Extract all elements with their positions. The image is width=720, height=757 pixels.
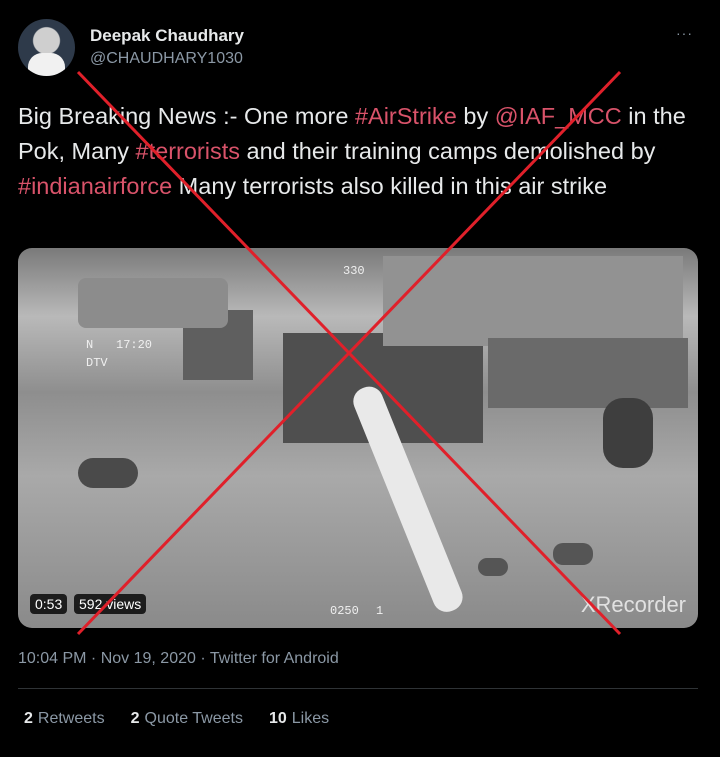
tweet-stats: 2 Retweets 2 Quote Tweets 10 Likes (24, 710, 329, 728)
quote-tweets-stat[interactable]: 2 Quote Tweets (131, 710, 243, 728)
fact-check-cross (76, 70, 622, 636)
retweets-stat[interactable]: 2 Retweets (24, 710, 105, 728)
likes-stat[interactable]: 10 Likes (269, 710, 329, 728)
tweet-timestamp[interactable]: 10:04 PM · Nov 19, 2020 · Twitter for An… (18, 650, 339, 668)
divider-top (18, 688, 698, 689)
